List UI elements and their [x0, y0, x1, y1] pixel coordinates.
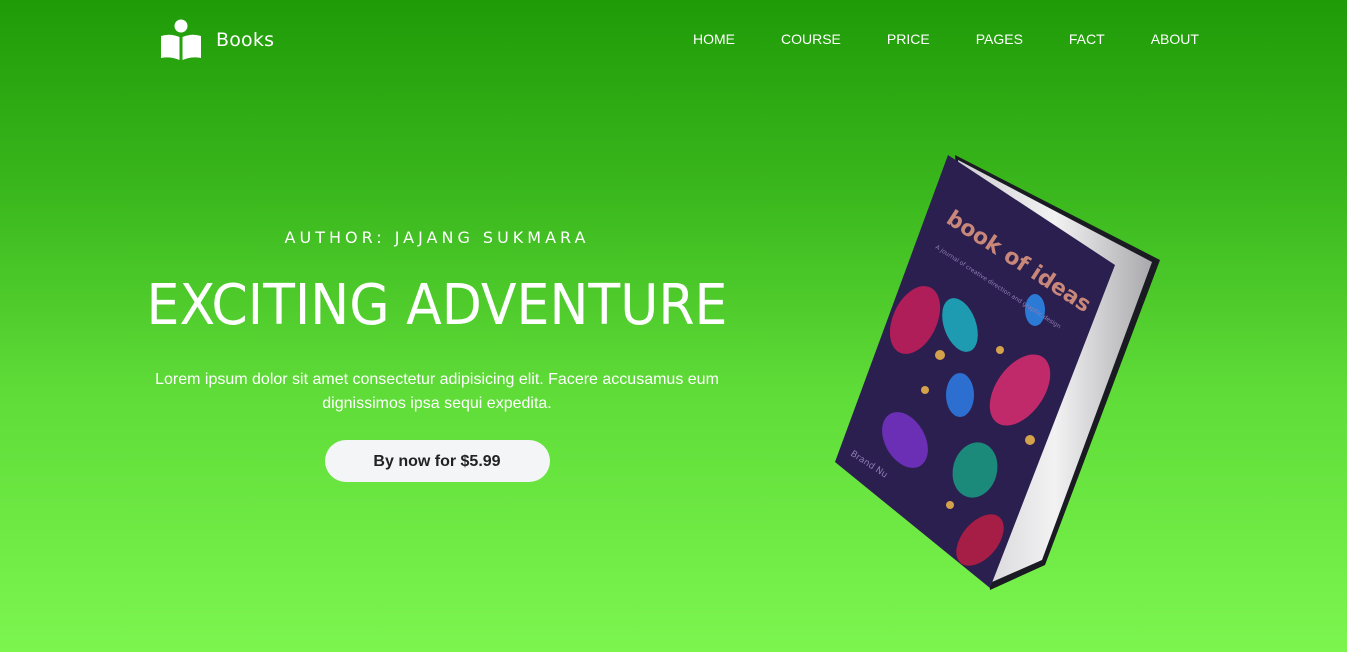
- hero-title: EXCITING ADVENTURE: [146, 273, 728, 338]
- nav-price[interactable]: PRICE: [887, 31, 930, 47]
- nav-pages[interactable]: PAGES: [976, 31, 1023, 47]
- nav-about[interactable]: ABOUT: [1151, 31, 1199, 47]
- nav-course[interactable]: COURSE: [781, 31, 841, 47]
- brand-name: Books: [216, 29, 275, 51]
- buy-now-button[interactable]: By now for $5.99: [324, 440, 550, 482]
- nav-home[interactable]: HOME: [693, 31, 735, 47]
- book-reader-icon: [161, 19, 201, 60]
- main-nav: HOME COURSE PRICE PAGES FACT ABOUT: [693, 31, 1199, 47]
- hero-section: AUTHOR: JAJANG SUKMARA EXCITING ADVENTUR…: [120, 228, 754, 482]
- book-image: book of ideas A journal of creative dire…: [835, 155, 1160, 590]
- hero-description: Lorem ipsum dolor sit amet consectetur a…: [155, 371, 719, 412]
- nav-fact[interactable]: FACT: [1069, 31, 1105, 47]
- author-line: AUTHOR: JAJANG SUKMARA: [284, 228, 590, 247]
- logo[interactable]: Books: [160, 19, 274, 61]
- header: Books HOME COURSE PRICE PAGES FACT ABOUT: [0, 0, 1347, 80]
